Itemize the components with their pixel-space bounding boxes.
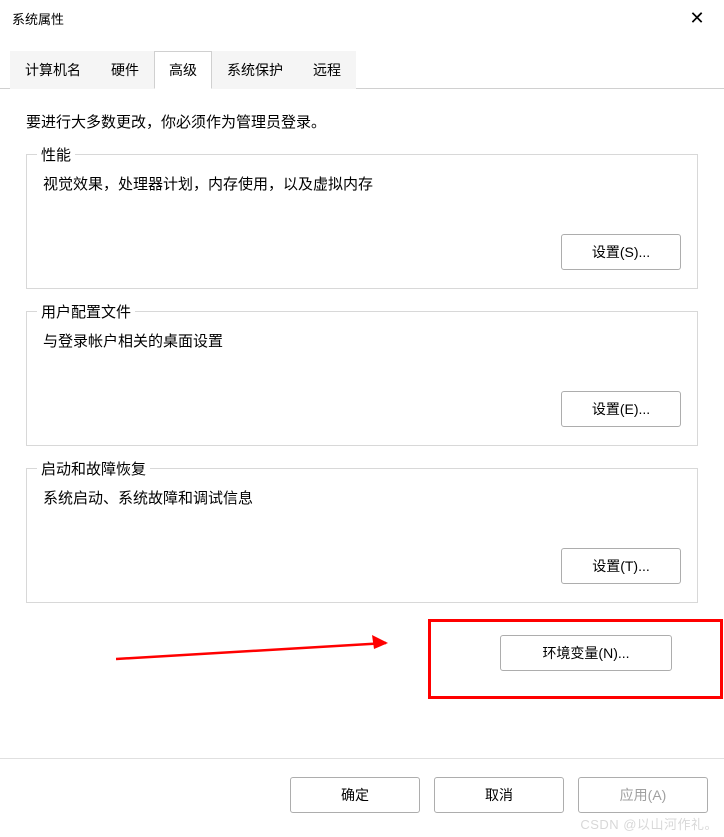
watermark: CSDN @以山河作礼。 xyxy=(580,814,718,833)
title-bar: 系统属性 ✕ xyxy=(0,0,724,36)
apply-button[interactable]: 应用(A) xyxy=(578,777,708,813)
user-profile-section: 用户配置文件 与登录帐户相关的桌面设置 设置(E)... xyxy=(26,311,698,446)
user-profile-settings-button[interactable]: 设置(E)... xyxy=(561,391,681,427)
tab-computer-name[interactable]: 计算机名 xyxy=(10,51,96,89)
performance-desc: 视觉效果，处理器计划，内存使用，以及虚拟内存 xyxy=(43,173,681,194)
ok-button[interactable]: 确定 xyxy=(290,777,420,813)
performance-section: 性能 视觉效果，处理器计划，内存使用，以及虚拟内存 设置(S)... xyxy=(26,154,698,289)
environment-variables-button[interactable]: 环境变量(N)... xyxy=(500,635,672,671)
startup-legend: 启动和故障恢复 xyxy=(37,458,150,479)
dialog-buttons: 确定 取消 应用(A) xyxy=(290,777,708,813)
tab-content: 要进行大多数更改，你必须作为管理员登录。 性能 视觉效果，处理器计划，内存使用，… xyxy=(0,89,724,687)
performance-legend: 性能 xyxy=(37,144,75,165)
tab-advanced[interactable]: 高级 xyxy=(154,51,212,89)
cancel-button[interactable]: 取消 xyxy=(434,777,564,813)
window-title: 系统属性 xyxy=(12,9,64,28)
close-icon[interactable]: ✕ xyxy=(682,3,712,33)
env-var-row: 环境变量(N)... xyxy=(26,625,698,677)
tab-strip: 计算机名 硬件 高级 系统保护 远程 xyxy=(0,50,724,89)
startup-settings-button[interactable]: 设置(T)... xyxy=(561,548,681,584)
startup-recovery-section: 启动和故障恢复 系统启动、系统故障和调试信息 设置(T)... xyxy=(26,468,698,603)
user-profile-desc: 与登录帐户相关的桌面设置 xyxy=(43,330,681,351)
performance-settings-button[interactable]: 设置(S)... xyxy=(561,234,681,270)
separator xyxy=(0,758,724,759)
tab-hardware[interactable]: 硬件 xyxy=(96,51,154,89)
user-profile-legend: 用户配置文件 xyxy=(37,301,135,322)
startup-desc: 系统启动、系统故障和调试信息 xyxy=(43,487,681,508)
admin-notice: 要进行大多数更改，你必须作为管理员登录。 xyxy=(26,111,698,132)
tab-system-protection[interactable]: 系统保护 xyxy=(212,51,298,89)
tab-remote[interactable]: 远程 xyxy=(298,51,356,89)
